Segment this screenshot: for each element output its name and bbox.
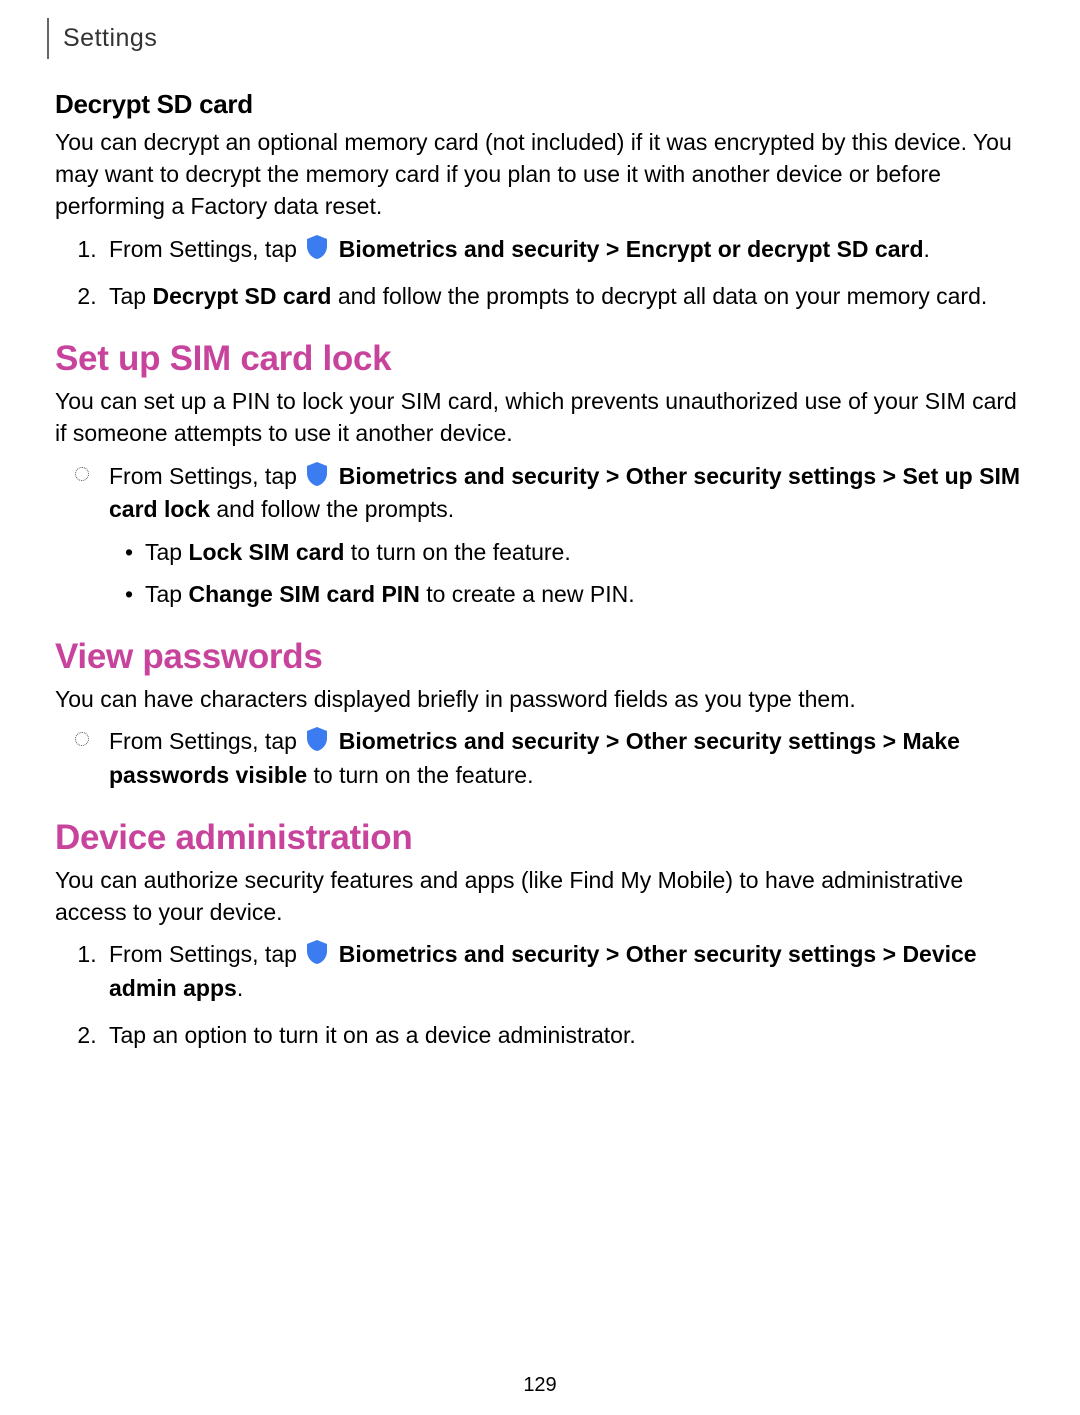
text: Tap	[145, 581, 188, 607]
text: From Settings, tap	[109, 728, 303, 754]
shield-icon	[305, 726, 329, 752]
text: to create a new PIN.	[420, 581, 635, 607]
section-heading-decrypt-sd-card: Decrypt SD card	[55, 89, 1025, 120]
path-separator: >	[599, 236, 625, 262]
section-desc-decrypt: You can decrypt an optional memory card …	[55, 126, 1025, 223]
path-segment: Other security settings	[626, 463, 877, 489]
path-separator: >	[599, 728, 625, 754]
text: .	[237, 975, 243, 1001]
page-header: Settings	[47, 18, 1025, 59]
sim-inner-item: Tap Lock SIM card to turn on the feature…	[145, 536, 1025, 569]
viewpw-instruction: From Settings, tap Biometrics and securi…	[103, 725, 1025, 792]
path-segment: Other security settings	[626, 941, 877, 967]
path-segment: Biometrics and security	[339, 941, 600, 967]
section-desc-sim: You can set up a PIN to lock your SIM ca…	[55, 385, 1025, 449]
shield-icon	[305, 461, 329, 487]
sim-inner-item: Tap Change SIM card PIN to create a new …	[145, 578, 1025, 611]
action-label: Change SIM card PIN	[188, 581, 419, 607]
action-label: Lock SIM card	[188, 539, 344, 565]
decrypt-step-2: Tap Decrypt SD card and follow the promp…	[103, 280, 1025, 313]
devadmin-step-2: Tap an option to turn it on as a device …	[103, 1019, 1025, 1052]
text: to turn on the feature.	[307, 762, 533, 788]
path-segment: Encrypt or decrypt SD card	[626, 236, 924, 262]
path-segment: Biometrics and security	[339, 236, 600, 262]
path-separator: >	[876, 463, 902, 489]
text: From Settings, tap	[109, 941, 303, 967]
text: and follow the prompts to decrypt all da…	[331, 283, 987, 309]
decrypt-steps-list: From Settings, tap Biometrics and securi…	[55, 233, 1025, 314]
shield-icon	[305, 234, 329, 260]
document-page: Settings Decrypt SD card You can decrypt…	[0, 18, 1080, 1415]
decrypt-step-1: From Settings, tap Biometrics and securi…	[103, 233, 1025, 266]
path-separator: >	[876, 728, 902, 754]
section-heading-device-administration: Device administration	[55, 818, 1025, 858]
sim-instructions-list: From Settings, tap Biometrics and securi…	[55, 460, 1025, 611]
section-desc-devadmin: You can authorize security features and …	[55, 864, 1025, 928]
path-separator: >	[599, 463, 625, 489]
sim-instruction: From Settings, tap Biometrics and securi…	[103, 460, 1025, 611]
action-label: Decrypt SD card	[152, 283, 331, 309]
path-segment: Other security settings	[626, 728, 877, 754]
section-desc-viewpw: You can have characters displayed briefl…	[55, 683, 1025, 715]
devadmin-step-1: From Settings, tap Biometrics and securi…	[103, 938, 1025, 1005]
path-segment: Biometrics and security	[339, 463, 600, 489]
section-heading-view-passwords: View passwords	[55, 637, 1025, 677]
text: Tap an option to turn it on as a device …	[109, 1022, 636, 1048]
text: and follow the prompts.	[210, 496, 454, 522]
text: to turn on the feature.	[344, 539, 570, 565]
page-number: 129	[0, 1374, 1080, 1397]
path-segment: Biometrics and security	[339, 728, 600, 754]
text: From Settings, tap	[109, 236, 303, 262]
shield-icon	[305, 939, 329, 965]
text: .	[924, 236, 930, 262]
path-separator: >	[599, 941, 625, 967]
text: Tap	[109, 283, 152, 309]
path-separator: >	[876, 941, 902, 967]
text: Tap	[145, 539, 188, 565]
sim-inner-list: Tap Lock SIM card to turn on the feature…	[109, 536, 1025, 611]
devadmin-steps-list: From Settings, tap Biometrics and securi…	[55, 938, 1025, 1052]
section-heading-sim-card-lock: Set up SIM card lock	[55, 339, 1025, 379]
viewpw-instructions-list: From Settings, tap Biometrics and securi…	[55, 725, 1025, 792]
text: From Settings, tap	[109, 463, 303, 489]
